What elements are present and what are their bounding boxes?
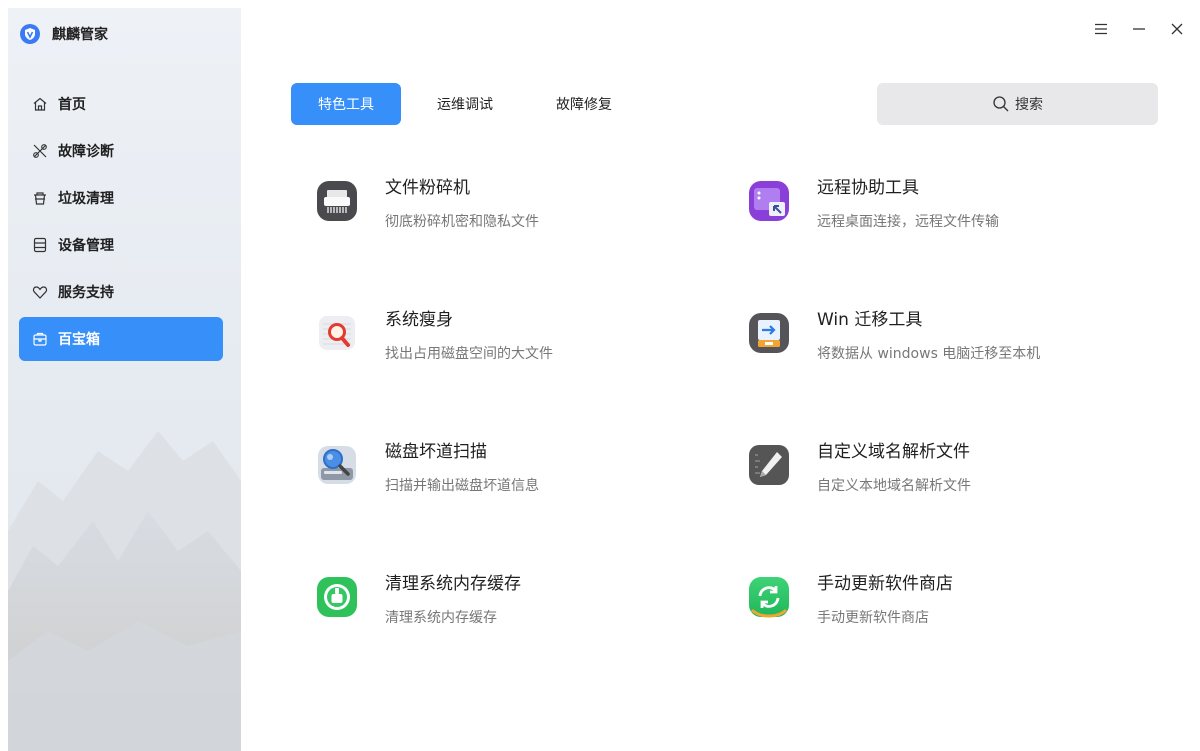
tool-update-software-store[interactable]: 手动更新软件商店 手动更新软件商店 [748, 568, 1128, 648]
tool-name: 自定义域名解析文件 [817, 442, 970, 462]
tool-description: 彻底粉碎机密和隐私文件 [385, 214, 539, 230]
shredder-icon [317, 181, 357, 221]
tool-description: 将数据从 windows 电脑迁移至本机 [817, 346, 1041, 362]
tools-icon [32, 143, 48, 159]
trash-icon [32, 190, 48, 206]
sidebar-item-label: 垃圾清理 [58, 191, 114, 207]
hamburger-menu-icon [1095, 23, 1107, 35]
memory-clean-icon [317, 577, 357, 617]
app-title: 麒麟管家 [52, 27, 108, 43]
tool-file-shredder[interactable]: 文件粉碎机 彻底粉碎机密和隐私文件 [316, 172, 696, 252]
toolbox-icon [32, 331, 48, 347]
close-icon [1171, 23, 1183, 35]
home-icon [32, 96, 48, 112]
remote-assist-icon [749, 181, 789, 221]
sidebar-item-diagnosis[interactable]: 故障诊断 [19, 129, 223, 173]
hosts-edit-icon [749, 445, 789, 485]
tab-bar: 特色工具 运维调试 故障修复 [291, 83, 648, 125]
tool-win-migration[interactable]: Win 迁移工具 将数据从 windows 电脑迁移至本机 [748, 304, 1128, 384]
minimize-button[interactable] [1130, 20, 1148, 38]
tool-name: 磁盘坏道扫描 [385, 442, 487, 462]
tool-description: 手动更新软件商店 [817, 610, 929, 626]
heart-icon [32, 284, 48, 300]
tool-name: Win 迁移工具 [817, 310, 923, 330]
sidebar-item-label: 百宝箱 [58, 332, 100, 348]
tool-name: 清理系统内存缓存 [385, 574, 521, 594]
tool-clear-memory-cache[interactable]: 清理系统内存缓存 清理系统内存缓存 [316, 568, 696, 648]
menu-button[interactable] [1092, 20, 1110, 38]
tool-remote-assist[interactable]: 远程协助工具 远程桌面连接，远程文件传输 [748, 172, 1128, 252]
tool-description: 自定义本地域名解析文件 [817, 478, 971, 494]
tool-custom-hosts[interactable]: 自定义域名解析文件 自定义本地域名解析文件 [748, 436, 1128, 516]
device-icon [32, 237, 48, 253]
search-box[interactable]: 搜索 [877, 83, 1158, 125]
sidebar-item-support[interactable]: 服务支持 [19, 270, 223, 314]
tool-description: 清理系统内存缓存 [385, 610, 497, 626]
sidebar: 麒麟管家 首页 故障诊断 垃圾清理 设备管理 服务支持 百宝箱 [8, 8, 241, 751]
sidebar-item-devices[interactable]: 设备管理 [19, 223, 223, 267]
shield-logo-icon [20, 24, 40, 44]
tab-featured-tools[interactable]: 特色工具 [291, 83, 401, 125]
magnifier-icon [319, 316, 355, 350]
tab-fault-repair[interactable]: 故障修复 [529, 83, 639, 125]
sidebar-item-label: 服务支持 [58, 285, 114, 301]
win-migrate-icon [749, 313, 789, 353]
window-controls [1092, 20, 1186, 38]
mountain-background [8, 431, 241, 751]
tool-name: 系统瘦身 [385, 310, 453, 330]
search-placeholder: 搜索 [1015, 97, 1043, 113]
minimize-icon [1133, 28, 1145, 30]
sidebar-item-cleanup[interactable]: 垃圾清理 [19, 176, 223, 220]
tool-system-slim[interactable]: 系统瘦身 找出占用磁盘空间的大文件 [316, 304, 696, 384]
disk-scan-icon [318, 446, 356, 484]
tool-description: 扫描并输出磁盘坏道信息 [385, 478, 539, 494]
close-button[interactable] [1168, 20, 1186, 38]
tool-description: 远程桌面连接，远程文件传输 [817, 214, 999, 230]
tool-disk-bad-sector-scan[interactable]: 磁盘坏道扫描 扫描并输出磁盘坏道信息 [316, 436, 696, 516]
tool-description: 找出占用磁盘空间的大文件 [385, 346, 553, 362]
sidebar-item-home[interactable]: 首页 [19, 82, 223, 126]
tab-ops-debug[interactable]: 运维调试 [410, 83, 520, 125]
store-update-icon [749, 577, 789, 618]
tool-name: 远程协助工具 [817, 178, 919, 198]
search-icon [993, 96, 1009, 112]
app-header: 麒麟管家 [20, 24, 108, 44]
tool-name: 文件粉碎机 [385, 178, 470, 198]
sidebar-item-label: 故障诊断 [58, 144, 114, 160]
sidebar-item-label: 首页 [58, 97, 86, 113]
sidebar-nav: 首页 故障诊断 垃圾清理 设备管理 服务支持 百宝箱 [19, 82, 223, 364]
tool-name: 手动更新软件商店 [817, 574, 953, 594]
sidebar-item-label: 设备管理 [58, 238, 114, 254]
sidebar-item-toolbox[interactable]: 百宝箱 [19, 317, 223, 361]
